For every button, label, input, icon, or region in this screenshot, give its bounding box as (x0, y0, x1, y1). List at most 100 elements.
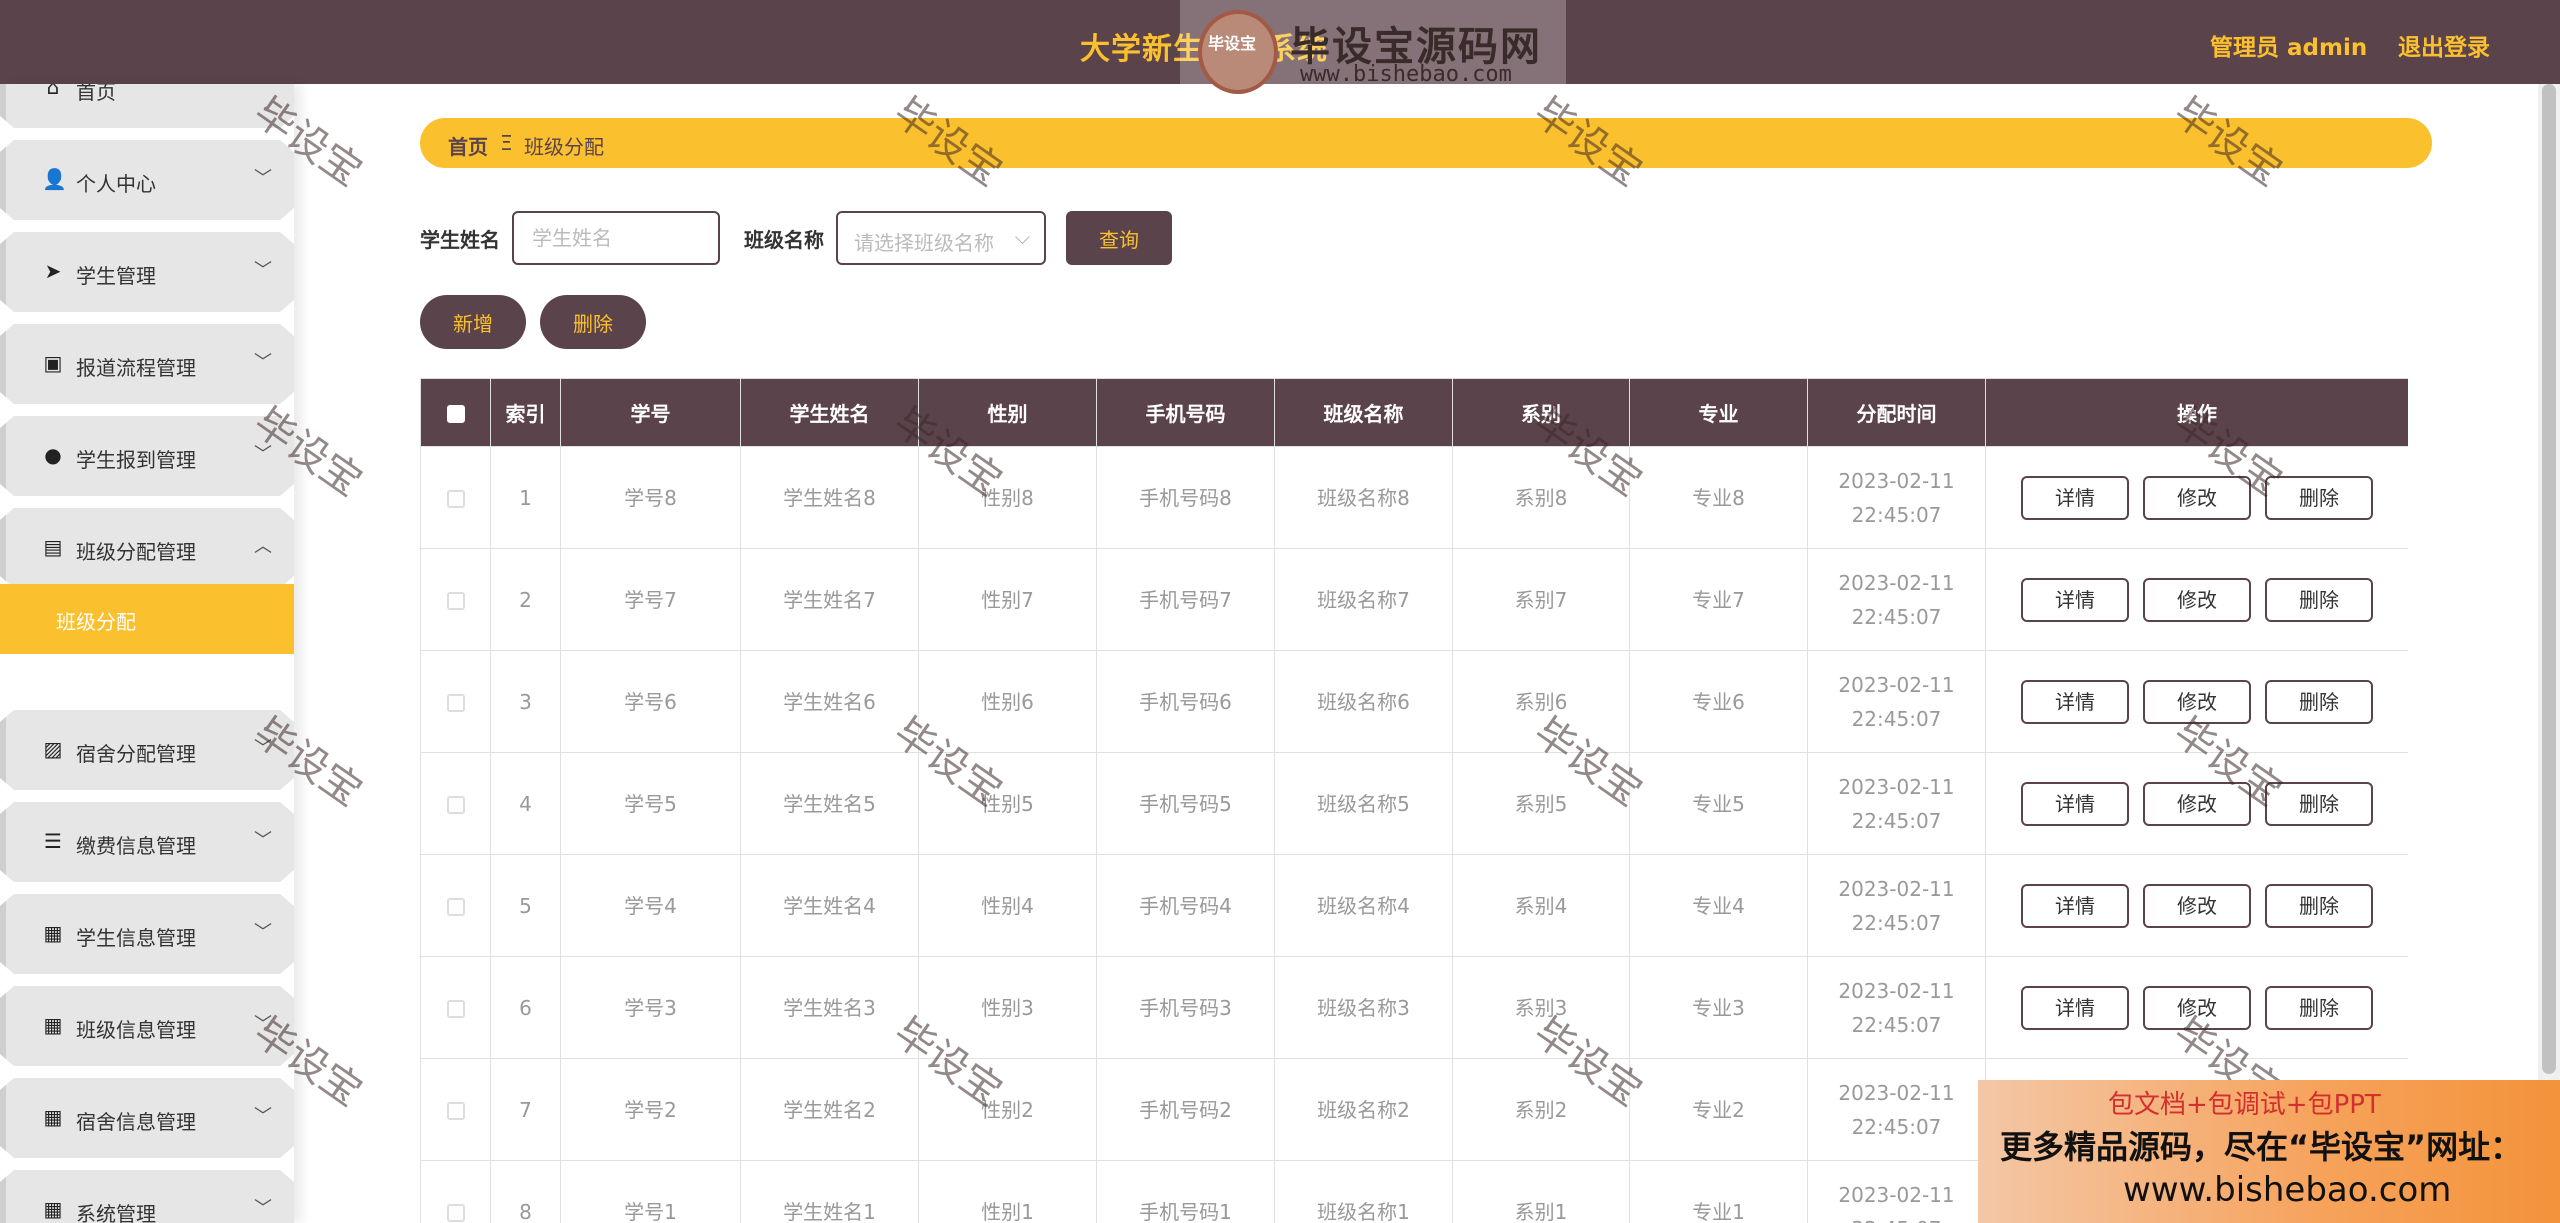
sidebar-item[interactable]: 👤 个人中心 ﹀ (0, 140, 294, 220)
row-select-cell (420, 548, 491, 651)
sidebar-item[interactable]: ▦ 系统管理 ﹀ (0, 1170, 294, 1223)
sidebar-item[interactable]: ⌂ 首页 (0, 84, 294, 128)
student-name-label: 学生姓名 (420, 228, 500, 252)
sidebar: ⌂ 首页 👤 个人中心 ﹀ ➤ 学生管理 ﹀ ▣ 报道流程管理 ﹀ ● 学生报到管理 ﹀ ▤ 班级分配管理 ︿ ▨… (0, 84, 294, 1223)
row-actions: 详情修改删除 (1985, 650, 2408, 753)
row-actions: 详情修改删除 (1985, 956, 2408, 1059)
scrollbar-thumb[interactable] (2542, 84, 2556, 1074)
sidebar-item[interactable]: ☰ 缴费信息管理 ﹀ (0, 802, 294, 882)
sidebar-item[interactable]: ➤ 学生管理 ﹀ (0, 232, 294, 312)
page-scrollbar[interactable] (2538, 84, 2560, 1084)
row-select-cell (420, 752, 491, 855)
row-select-cell (420, 1160, 491, 1223)
edit-button[interactable]: 修改 (2143, 679, 2251, 724)
batch-delete-button[interactable]: 删除 (540, 295, 646, 349)
row-checkbox[interactable] (446, 490, 465, 508)
cell-dept: 系别6 (1452, 650, 1630, 753)
query-button[interactable]: 查询 (1066, 211, 1172, 265)
sidebar-item[interactable]: ▦ 班级信息管理 ﹀ (0, 986, 294, 1066)
breadcrumb: 首页 Ξ 班级分配 (420, 118, 2432, 168)
row-checkbox[interactable] (446, 592, 465, 610)
detail-button[interactable]: 详情 (2021, 577, 2129, 622)
logo-badge-text: 毕设宝 (1208, 34, 1257, 53)
row-checkbox[interactable] (446, 1204, 465, 1222)
cell-major: 专业7 (1629, 548, 1808, 651)
sidebar-item-label: 班级信息管理 (76, 1018, 196, 1042)
cell-gender: 性别1 (918, 1160, 1097, 1223)
col-header: 性别 (918, 378, 1097, 447)
delete-button[interactable]: 删除 (2265, 781, 2373, 826)
cell-class: 班级名称1 (1274, 1160, 1453, 1223)
col-header: 班级名称 (1274, 378, 1453, 447)
row-checkbox[interactable] (446, 694, 465, 712)
delete-button[interactable]: 删除 (2265, 577, 2373, 622)
row-actions: 详情修改删除 (1985, 548, 2408, 651)
col-header: 系别 (1452, 378, 1630, 447)
add-button[interactable]: 新增 (420, 295, 526, 349)
chevron-down-icon: ﹀ (254, 1014, 272, 1035)
cell-dept: 系别5 (1452, 752, 1630, 855)
cell-phone: 手机号码5 (1096, 752, 1275, 855)
edit-button[interactable]: 修改 (2143, 883, 2251, 928)
cell-xuehao: 学号1 (560, 1160, 741, 1223)
table-header-row: 索引 学号 学生姓名 性别 手机号码 班级名称 系别 专业 分配时间 操作 (420, 378, 2408, 447)
row-checkbox[interactable] (446, 796, 465, 814)
detail-button[interactable]: 详情 (2021, 883, 2129, 928)
logo-icon: 毕设宝 (1198, 10, 1278, 94)
ad-line-2: 更多精品源码，尽在“毕设宝”网址： (2000, 1128, 2523, 1166)
cell-name: 学生姓名1 (740, 1160, 919, 1223)
edit-button[interactable]: 修改 (2143, 781, 2251, 826)
sidebar-item[interactable]: ● 学生报到管理 ﹀ (0, 416, 294, 496)
detail-button[interactable]: 详情 (2021, 475, 2129, 520)
detail-button[interactable]: 详情 (2021, 781, 2129, 826)
class-name-select[interactable]: 请选择班级名称 ⌵ (836, 211, 1046, 265)
sidebar-item[interactable]: ▣ 报道流程管理 ﹀ (0, 324, 294, 404)
cell-index: 4 (490, 752, 561, 855)
select-all-checkbox[interactable] (446, 405, 465, 423)
cell-class: 班级名称6 (1274, 650, 1453, 753)
row-checkbox[interactable] (446, 1000, 465, 1018)
cell-time: 2023-02-11 22:45:07 (1807, 1058, 1986, 1161)
cell-name: 学生姓名6 (740, 650, 919, 753)
row-checkbox[interactable] (446, 898, 465, 916)
breadcrumb-separator-icon: Ξ (500, 131, 513, 155)
delete-button[interactable]: 删除 (2265, 679, 2373, 724)
cell-gender: 性别6 (918, 650, 1097, 753)
cell-gender: 性别7 (918, 548, 1097, 651)
top-header: 大学新生报到系统 毕设宝 毕设宝源码网 www.bishebao.com 管理员… (0, 0, 2560, 94)
edit-button[interactable]: 修改 (2143, 985, 2251, 1030)
sidebar-item-label: 缴费信息管理 (76, 834, 196, 858)
cell-major: 专业1 (1629, 1160, 1808, 1223)
sidebar-item[interactable]: ▦ 学生信息管理 ﹀ (0, 894, 294, 974)
sidebar-item-label: 宿舍分配管理 (76, 742, 196, 766)
sidebar-subitem-active[interactable]: 班级分配 (0, 584, 294, 654)
detail-button[interactable]: 详情 (2021, 985, 2129, 1030)
cell-name: 学生姓名4 (740, 854, 919, 957)
sidebar-item[interactable]: ▦ 宿舍信息管理 ﹀ (0, 1078, 294, 1158)
row-checkbox[interactable] (446, 1102, 465, 1120)
detail-button[interactable]: 详情 (2021, 679, 2129, 724)
ad-banner[interactable]: 包文档+包调试+包PPT 更多精品源码，尽在“毕设宝”网址： www.bishe… (1978, 1080, 2560, 1223)
sidebar-subitem-label: 班级分配 (56, 610, 136, 634)
bulb-icon: ● (44, 443, 62, 467)
delete-button[interactable]: 删除 (2265, 883, 2373, 928)
student-name-input[interactable] (512, 211, 720, 265)
row-actions: 详情修改删除 (1985, 854, 2408, 957)
cell-xuehao: 学号7 (560, 548, 741, 651)
cell-index: 2 (490, 548, 561, 651)
row-select-cell (420, 956, 491, 1059)
cell-time: 2023-02-11 22:45:07 (1807, 650, 1986, 753)
sidebar-item[interactable]: ▨ 宿舍分配管理 ﹀ (0, 710, 294, 790)
row-select-cell (420, 854, 491, 957)
logout-button[interactable]: 退出登录 (2398, 28, 2490, 62)
breadcrumb-home[interactable]: 首页 (448, 131, 488, 160)
delete-button[interactable]: 删除 (2265, 985, 2373, 1030)
edit-button[interactable]: 修改 (2143, 577, 2251, 622)
breadcrumb-current: 班级分配 (524, 135, 604, 159)
sidebar-item-label: 首页 (76, 84, 116, 104)
delete-button[interactable]: 删除 (2265, 475, 2373, 520)
sidebar-item-label: 个人中心 (76, 172, 156, 196)
row-select-cell (420, 1058, 491, 1161)
sidebar-item[interactable]: ▤ 班级分配管理 ︿ (0, 508, 294, 588)
edit-button[interactable]: 修改 (2143, 475, 2251, 520)
